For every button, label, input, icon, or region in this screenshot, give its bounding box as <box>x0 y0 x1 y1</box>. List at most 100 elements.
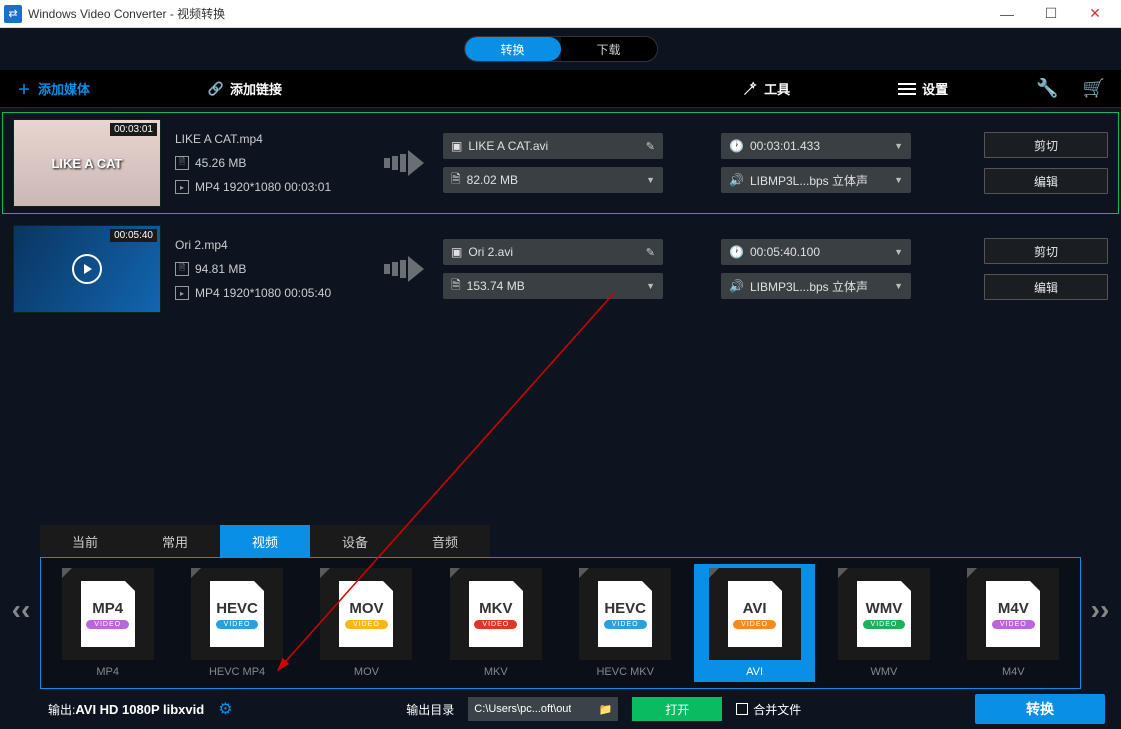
format-icon: HEVCVIDEO <box>191 568 283 660</box>
cut-button[interactable]: 剪切 <box>984 238 1108 264</box>
file-size: 45.26 MB <box>195 156 246 170</box>
format-panel: 当前 常用 视频 设备 音频 MP4VIDEO MP4 HEVCVIDEO HEVC … <box>0 525 1121 689</box>
scroll-right-button[interactable]: ›› <box>1083 580 1117 640</box>
add-link-button[interactable]: 🔗 添加链接 <box>208 79 282 98</box>
chevron-down-icon: ▼ <box>894 141 903 151</box>
folder-icon[interactable]: 📁 <box>599 703 613 716</box>
fmt-tab-current[interactable]: 当前 <box>40 525 130 557</box>
fmt-tab-audio[interactable]: 音频 <box>400 525 490 557</box>
thumbnail[interactable]: 00:05:40 <box>13 225 161 313</box>
menu-icon <box>898 80 916 98</box>
format-label: MOV <box>354 666 379 678</box>
format-label: HEVC MKV <box>596 666 653 678</box>
format-icon: MKVVIDEO <box>450 568 542 660</box>
file-icon: 🗎 <box>451 170 461 191</box>
format-card-mkv[interactable]: MKVVIDEO MKV <box>435 564 556 682</box>
chevron-down-icon: ▼ <box>894 247 903 257</box>
format-icon: HEVCVIDEO <box>579 568 671 660</box>
titlebar: ⇄ Windows Video Converter - 视频转换 — ☐ ✕ <box>0 0 1121 28</box>
output-size-field[interactable]: 🗎153.74 MB▼ <box>443 273 663 299</box>
output-audio-field[interactable]: 🔊LIBMP3L...bps 立体声▼ <box>721 273 911 299</box>
format-card-mp4[interactable]: MP4VIDEO MP4 <box>47 564 168 682</box>
format-card-mov[interactable]: MOVVIDEO MOV <box>306 564 427 682</box>
fmt-tab-device[interactable]: 设备 <box>310 525 400 557</box>
open-folder-button[interactable]: 打开 <box>632 697 722 721</box>
link-icon: 🔗 <box>208 81 224 97</box>
output-duration-field[interactable]: 🕐00:05:40.100▼ <box>721 239 911 265</box>
video-icon: ▣ <box>451 245 462 259</box>
format-card-wmv[interactable]: WMVVIDEOWMV <box>823 564 944 682</box>
list-item[interactable]: 00:03:01 LIKE A CAT LIKE A CAT.mp4 🗎45.2… <box>2 112 1119 214</box>
edit-icon[interactable]: ✎ <box>646 140 655 153</box>
main-toolbar: ＋ 添加媒体 🔗 添加链接 工具 设置 🔧 🛒 <box>0 70 1121 108</box>
plus-icon: ＋ <box>16 81 32 97</box>
format-label: MKV <box>484 666 508 678</box>
format-label: WMV <box>870 666 897 678</box>
maximize-button[interactable]: ☐ <box>1029 0 1073 28</box>
file-list: 00:03:01 LIKE A CAT LIKE A CAT.mp4 🗎45.2… <box>0 108 1121 525</box>
add-media-button[interactable]: ＋ 添加媒体 <box>16 79 90 98</box>
edit-button[interactable]: 编辑 <box>984 168 1108 194</box>
thumb-duration: 00:05:40 <box>110 229 157 242</box>
format-label: HEVC MP4 <box>209 666 265 678</box>
format-card-m4v[interactable]: M4VVIDEOM4V <box>953 564 1074 682</box>
arrow-icon <box>379 254 429 284</box>
play-icon <box>72 254 102 284</box>
merge-checkbox[interactable]: 合并文件 <box>736 701 801 718</box>
tab-convert[interactable]: 转换 <box>465 37 561 61</box>
tab-download[interactable]: 下载 <box>561 37 657 61</box>
add-media-label: 添加媒体 <box>38 79 90 98</box>
output-size-field[interactable]: 🗎82.02 MB▼ <box>443 167 663 193</box>
convert-button[interactable]: 转换 <box>975 694 1105 724</box>
add-link-label: 添加链接 <box>230 79 282 98</box>
output-name-field[interactable]: ▣LIKE A CAT.avi✎ <box>443 133 663 159</box>
file-info: MP4 1920*1080 00:03:01 <box>195 180 331 194</box>
format-icon: MP4VIDEO <box>62 568 154 660</box>
format-label: M4V <box>1002 666 1025 678</box>
chevron-down-icon: ▼ <box>646 281 655 291</box>
close-button[interactable]: ✕ <box>1073 0 1117 28</box>
minimize-button[interactable]: — <box>985 0 1029 28</box>
thumb-text: LIKE A CAT <box>51 156 122 171</box>
cart-button[interactable]: 🛒 <box>1083 78 1105 99</box>
thumbnail[interactable]: 00:03:01 LIKE A CAT <box>13 119 161 207</box>
output-settings-button[interactable]: ⚙ <box>218 699 232 719</box>
cut-button[interactable]: 剪切 <box>984 132 1108 158</box>
file-icon: 🗎 <box>175 156 189 170</box>
output-duration-field[interactable]: 🕐00:03:01.433▼ <box>721 133 911 159</box>
key-button[interactable]: 🔧 <box>1036 78 1058 99</box>
file-name: Ori 2.mp4 <box>175 238 228 252</box>
settings-label: 设置 <box>922 79 948 98</box>
scroll-left-button[interactable]: ‹‹ <box>4 580 38 640</box>
format-label: MP4 <box>96 666 119 678</box>
checkbox-icon <box>736 703 748 715</box>
output-path-field[interactable]: C:\Users\pc...oft\out 📁 <box>468 697 618 721</box>
fmt-tab-video[interactable]: 视频 <box>220 525 310 557</box>
speaker-icon: 🔊 <box>729 173 744 187</box>
chevron-down-icon: ▼ <box>646 175 655 185</box>
thumb-duration: 00:03:01 <box>110 123 157 136</box>
window-title: Windows Video Converter - 视频转换 <box>28 5 985 22</box>
format-card-hevc-mkv[interactable]: HEVCVIDEO HEVC MKV <box>565 564 686 682</box>
speaker-icon: 🔊 <box>729 279 744 293</box>
fmt-tab-common[interactable]: 常用 <box>130 525 220 557</box>
mode-tabs: 转换 下载 <box>0 28 1121 70</box>
outdir-label: 输出目录 <box>406 701 454 718</box>
file-info: MP4 1920*1080 00:05:40 <box>195 286 331 300</box>
chevron-down-icon: ▼ <box>894 281 903 291</box>
list-item[interactable]: 00:05:40 Ori 2.mp4 🗎94.81 MB ▸MP4 1920*1… <box>2 218 1119 320</box>
edit-icon[interactable]: ✎ <box>646 246 655 259</box>
settings-button[interactable]: 设置 <box>898 79 948 98</box>
format-card-avi[interactable]: AVIVIDEOAVI <box>694 564 815 682</box>
tools-button[interactable]: 工具 <box>742 79 790 98</box>
file-icon: 🗎 <box>175 262 189 276</box>
format-card-hevc-mp4[interactable]: HEVCVIDEO HEVC MP4 <box>176 564 297 682</box>
output-audio-field[interactable]: 🔊LIBMP3L...bps 立体声▼ <box>721 167 911 193</box>
format-icon: MOVVIDEO <box>320 568 412 660</box>
edit-button[interactable]: 编辑 <box>984 274 1108 300</box>
arrow-icon <box>379 148 429 178</box>
file-size: 94.81 MB <box>195 262 246 276</box>
output-label: 输出:AVI HD 1080P libxvid <box>48 701 204 718</box>
output-name-field[interactable]: ▣Ori 2.avi✎ <box>443 239 663 265</box>
key-icon: 🔧 <box>1036 78 1058 99</box>
